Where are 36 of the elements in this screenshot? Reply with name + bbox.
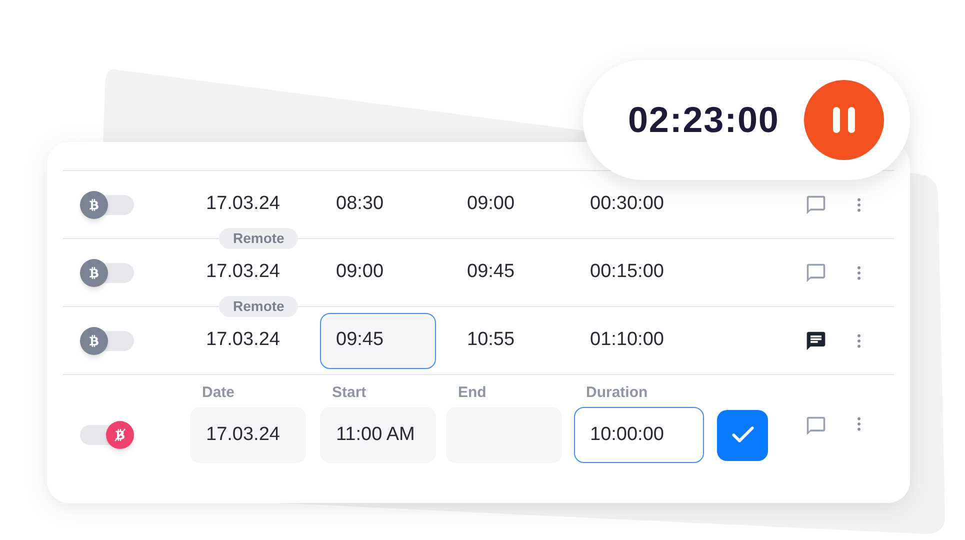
comment-filled-icon[interactable] [805, 330, 827, 352]
date-text: 17.03.24 [205, 328, 281, 352]
date-text: 17.03.24 [205, 192, 281, 216]
date-text: 17.03.24 [205, 260, 281, 284]
billing-toggle[interactable] [80, 260, 134, 284]
comment-icon[interactable] [805, 262, 827, 284]
comment-icon[interactable] [805, 415, 827, 437]
field-label: Start [331, 383, 368, 403]
remote-tag: Remote [219, 296, 298, 317]
input-field[interactable]: 11:00 AM [320, 407, 436, 463]
timer-text: 02:23:00 [628, 98, 780, 142]
field-label: Duration [585, 383, 649, 403]
end-time: 09:00 [466, 192, 516, 216]
field-label: End [457, 383, 488, 403]
bitcoin-icon [87, 334, 101, 348]
start-time[interactable]: 09:00 [320, 244, 436, 300]
billing-toggle[interactable] [80, 423, 134, 447]
end-time: 09:45 [466, 260, 516, 284]
duration-text: 00:30:00 [589, 192, 665, 216]
confirm-button[interactable] [717, 410, 768, 460]
end-time: 10:55 [466, 328, 516, 352]
bitcoin-icon [87, 266, 101, 280]
billing-toggle[interactable] [80, 192, 134, 216]
start-time[interactable]: 08:30 [320, 176, 436, 232]
remote-tag: Remote [219, 228, 298, 249]
field-label: Date [201, 383, 236, 403]
input-field[interactable]: 17.03.24 [190, 407, 306, 463]
billing-toggle[interactable] [80, 328, 134, 352]
start-time[interactable]: 09:45 [320, 312, 436, 368]
duration-text: 00:15:00 [589, 260, 665, 284]
pause-icon [831, 105, 857, 135]
input-field[interactable]: 10:00:00 [574, 407, 704, 463]
crossed-bitcoin-icon [113, 428, 127, 442]
comment-icon[interactable] [805, 194, 827, 216]
duration-text: 01:10:00 [589, 328, 665, 352]
bitcoin-icon [87, 198, 101, 212]
